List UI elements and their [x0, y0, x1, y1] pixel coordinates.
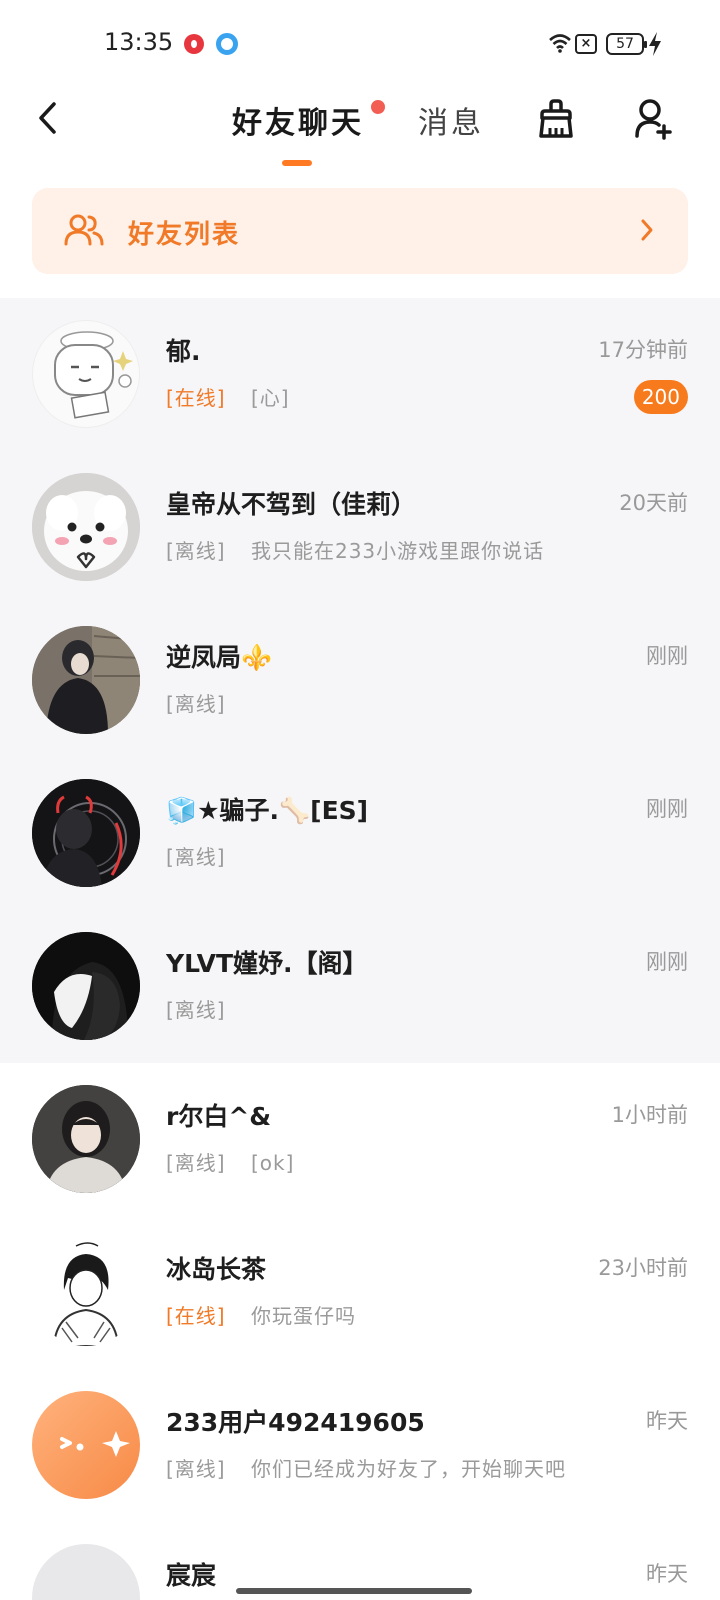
message-preview: [在线] [心]	[166, 382, 290, 411]
no-sim-icon: ×	[575, 34, 597, 54]
tab-indicator	[282, 160, 312, 166]
message-preview: [离线] [ok]	[166, 1147, 294, 1176]
message-time: 1小时前	[611, 1103, 688, 1127]
message-time: 昨天	[646, 1409, 688, 1433]
chat-row[interactable]: YLVT嫤妤.【阁】 刚刚 [离线]	[0, 910, 720, 1063]
chat-row[interactable]: r尔白^& 1小时前 [离线] [ok]	[0, 1063, 720, 1216]
chat-row[interactable]: 逆凤局⚜️ 刚刚 [离线]	[0, 604, 720, 757]
app-notification-icon	[184, 34, 204, 54]
tab-friend-chat[interactable]: 好友聊天	[232, 98, 364, 142]
avatar[interactable]	[32, 473, 140, 581]
chat-list: 郁. 17分钟前 [在线] [心] 200 皇帝从不驾到（佳莉） 20天前 [离…	[0, 298, 720, 1600]
offline-status: [离线]	[166, 692, 226, 716]
message-time: 20天前	[619, 491, 688, 515]
chat-row[interactable]: 冰岛长茶 23小时前 [在线] 你玩蛋仔吗	[0, 1216, 720, 1369]
message-preview: [离线]	[166, 688, 226, 717]
chat-row[interactable]: 233用户492419605 昨天 [离线] 你们已经成为好友了，开始聊天吧	[0, 1369, 720, 1522]
online-status: [在线]	[166, 386, 226, 410]
home-indicator[interactable]	[236, 1588, 472, 1594]
message-preview: [离线] 我只能在233小游戏里跟你说话	[166, 535, 544, 564]
chevron-right-icon	[641, 219, 653, 241]
online-status: [在线]	[166, 1304, 226, 1328]
avatar[interactable]	[32, 626, 140, 734]
nav-bar: 好友聊天 消息	[0, 90, 720, 180]
offline-status: [离线]	[166, 1457, 226, 1481]
contact-name: r尔白^&	[166, 1102, 272, 1131]
last-message: [ok]	[250, 1151, 295, 1175]
message-time: 刚刚	[646, 797, 688, 821]
contact-name: 郁.	[166, 337, 201, 366]
battery-icon: 57	[606, 33, 647, 55]
add-friend-icon[interactable]	[634, 98, 674, 140]
last-message: [心]	[250, 386, 290, 410]
friend-list-label: 好友列表	[128, 220, 241, 250]
contact-name: 冰岛长茶	[166, 1255, 267, 1284]
wifi-icon	[549, 34, 571, 53]
message-time: 刚刚	[646, 950, 688, 974]
clean-broom-icon[interactable]	[536, 98, 576, 140]
offline-status: [离线]	[166, 1151, 226, 1175]
message-preview: [离线]	[166, 994, 226, 1023]
unread-dot	[371, 100, 385, 114]
friend-list-entry[interactable]: 好友列表	[32, 188, 688, 274]
avatar[interactable]	[32, 1544, 140, 1600]
avatar[interactable]	[32, 1238, 140, 1346]
status-time: 13:35	[104, 28, 174, 56]
last-message: 我只能在233小游戏里跟你说话	[250, 539, 545, 563]
message-time: 23小时前	[598, 1256, 688, 1280]
chat-row[interactable]: 皇帝从不驾到（佳莉） 20天前 [离线] 我只能在233小游戏里跟你说话	[0, 451, 720, 604]
offline-status: [离线]	[166, 998, 226, 1022]
avatar[interactable]	[32, 1085, 140, 1193]
contact-name: 233用户492419605	[166, 1408, 425, 1437]
offline-status: [离线]	[166, 845, 226, 869]
status-bar: 13:35 × 57	[0, 0, 720, 90]
chat-row[interactable]: 郁. 17分钟前 [在线] [心] 200	[0, 298, 720, 451]
avatar[interactable]	[32, 1391, 140, 1499]
offline-status: [离线]	[166, 539, 226, 563]
contact-name: 逆凤局⚜️	[166, 643, 273, 672]
avatar[interactable]	[32, 779, 140, 887]
contact-name: 宸宸	[166, 1561, 217, 1590]
last-message: 你们已经成为好友了，开始聊天吧	[250, 1457, 566, 1481]
contact-name: 🧊★骗子.🦴[ES]	[166, 796, 369, 825]
message-preview: [离线]	[166, 841, 226, 870]
chat-row[interactable]: 🧊★骗子.🦴[ES] 刚刚 [离线]	[0, 757, 720, 910]
message-preview: [离线] 你们已经成为好友了，开始聊天吧	[166, 1453, 566, 1482]
tab-messages[interactable]: 消息	[418, 98, 484, 142]
contact-name: 皇帝从不驾到（佳莉）	[166, 490, 417, 519]
last-message: 你玩蛋仔吗	[250, 1304, 356, 1328]
message-time: 17分钟前	[598, 338, 688, 362]
avatar[interactable]	[32, 932, 140, 1040]
back-arrow-icon[interactable]	[32, 100, 68, 136]
contact-name: YLVT嫤妤.【阁】	[166, 949, 368, 978]
charging-icon	[649, 32, 661, 56]
friends-group-icon	[64, 214, 104, 246]
avatar[interactable]	[32, 320, 140, 428]
browser-notification-icon	[216, 33, 238, 55]
message-preview: [在线] 你玩蛋仔吗	[166, 1300, 356, 1329]
unread-count-badge: 200	[633, 380, 688, 414]
message-time: 刚刚	[646, 644, 688, 668]
message-time: 昨天	[646, 1562, 688, 1586]
